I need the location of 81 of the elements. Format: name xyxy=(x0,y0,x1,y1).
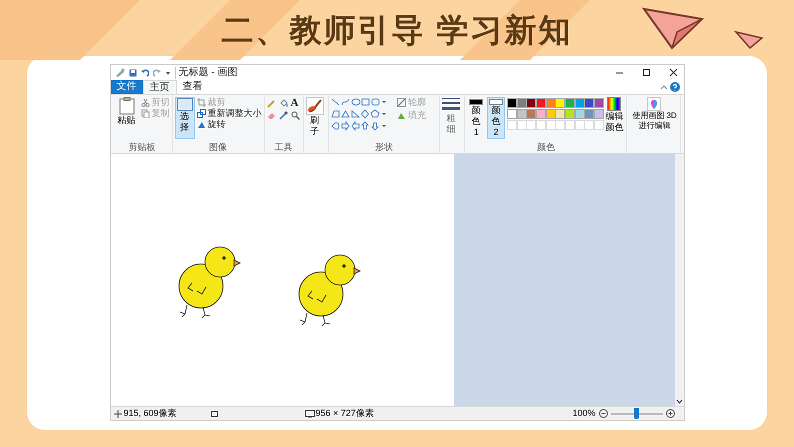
palette-swatch[interactable] xyxy=(546,109,556,119)
ribbon-tab[interactable]: 主页 xyxy=(142,80,176,94)
paint-app-icon xyxy=(114,68,124,77)
canvas-size-icon xyxy=(304,410,314,418)
clipboard-icon xyxy=(118,97,134,115)
group-label: 工具 xyxy=(274,141,294,153)
palette-swatch[interactable] xyxy=(536,98,546,108)
zoom-slider-thumb[interactable] xyxy=(634,408,639,419)
scissors-icon xyxy=(140,98,150,107)
palette-swatch[interactable] xyxy=(584,109,594,119)
group-label: 形状 xyxy=(374,141,394,153)
selection-size-icon xyxy=(210,410,218,418)
outline-icon xyxy=(396,98,406,107)
palette-swatch[interactable] xyxy=(555,98,566,108)
text-tool-button[interactable]: A xyxy=(290,99,300,108)
fill-icon xyxy=(396,111,406,120)
crop-icon xyxy=(196,98,206,107)
palette-swatch[interactable] xyxy=(536,109,546,119)
window-title: 无标题 - 画图 xyxy=(174,66,238,78)
brushes-button[interactable]: 刷子 xyxy=(306,97,324,137)
pencil-icon[interactable] xyxy=(266,99,276,108)
collapse-ribbon-icon[interactable] xyxy=(660,83,668,91)
resize-icon xyxy=(196,109,206,118)
caret-icon[interactable] xyxy=(164,70,170,76)
eraser-icon[interactable] xyxy=(266,111,276,120)
fill-bucket-icon[interactable] xyxy=(278,99,288,108)
ribbon-tab[interactable]: 文件 xyxy=(110,80,142,94)
palette-swatch[interactable] xyxy=(555,109,566,119)
vertical-scrollbar[interactable] xyxy=(674,154,684,406)
help-icon[interactable] xyxy=(670,82,680,92)
maximize-icon[interactable] xyxy=(642,68,650,77)
group-label: 颜色 xyxy=(536,141,556,153)
group-label: 图像 xyxy=(208,141,228,153)
undo-icon[interactable] xyxy=(140,68,148,76)
palette-swatch[interactable] xyxy=(584,98,594,108)
slide-title: 二、教师引导 学习新知 xyxy=(222,11,572,50)
group-label: 剪贴板 xyxy=(128,141,156,153)
selection-rectangle-icon xyxy=(176,98,192,111)
zoom-out-icon[interactable] xyxy=(598,409,608,418)
cursor-position: 915, 609像素 xyxy=(124,408,178,419)
palette-swatch[interactable] xyxy=(594,98,604,108)
resize-button[interactable]: 重新调整大小 xyxy=(208,108,262,119)
palette-swatch[interactable] xyxy=(574,98,584,108)
rotate-icon xyxy=(196,120,206,129)
select-button[interactable]: 选择 xyxy=(174,97,194,139)
scroll-down-icon[interactable] xyxy=(676,398,682,405)
redo-icon[interactable] xyxy=(152,68,160,76)
palette-swatch[interactable] xyxy=(526,98,536,108)
rotate-button[interactable]: 旋转 xyxy=(208,119,226,130)
edit-colors-button[interactable]: 编辑颜色 xyxy=(604,97,624,133)
zoom-in-icon[interactable] xyxy=(666,409,674,418)
close-icon[interactable] xyxy=(668,68,678,77)
brush-icon xyxy=(306,97,324,115)
save-icon[interactable] xyxy=(128,68,136,76)
color-spectrum-icon xyxy=(607,97,622,111)
paper-plane-drawing xyxy=(734,30,764,50)
palette-swatch[interactable] xyxy=(594,109,604,119)
line-widths-icon xyxy=(442,97,460,113)
paste-button[interactable]: 粘贴 xyxy=(114,97,138,126)
palette-swatch[interactable] xyxy=(564,109,575,119)
palette-swatch[interactable] xyxy=(546,98,556,108)
magnifier-icon[interactable] xyxy=(290,111,300,120)
palette-swatch[interactable] xyxy=(564,98,575,108)
palette-swatch[interactable] xyxy=(506,98,517,108)
palette-swatch[interactable] xyxy=(526,109,536,119)
move-cursor-icon xyxy=(114,410,122,418)
palette-swatch[interactable] xyxy=(516,98,527,108)
paint3d-button[interactable]: 使用画图 3D 进行编辑 xyxy=(629,97,680,131)
copy-icon xyxy=(140,109,150,118)
palette-swatch[interactable] xyxy=(574,109,584,119)
ribbon-tab[interactable]: 查看 xyxy=(176,80,208,94)
palette-swatch[interactable] xyxy=(516,109,527,119)
color-slot-button[interactable]: 颜色 2 xyxy=(487,97,505,139)
size-button[interactable]: 粗细 xyxy=(442,97,460,135)
palette-swatch[interactable] xyxy=(506,109,517,119)
color-picker-icon[interactable] xyxy=(278,111,288,120)
canvas-size: 956 × 727像素 xyxy=(316,408,374,419)
paint3d-icon xyxy=(647,97,662,111)
color-slot-button[interactable]: 颜色 1 xyxy=(467,97,486,139)
zoom-level: 100% xyxy=(572,408,596,419)
zoom-slider[interactable] xyxy=(610,408,662,419)
